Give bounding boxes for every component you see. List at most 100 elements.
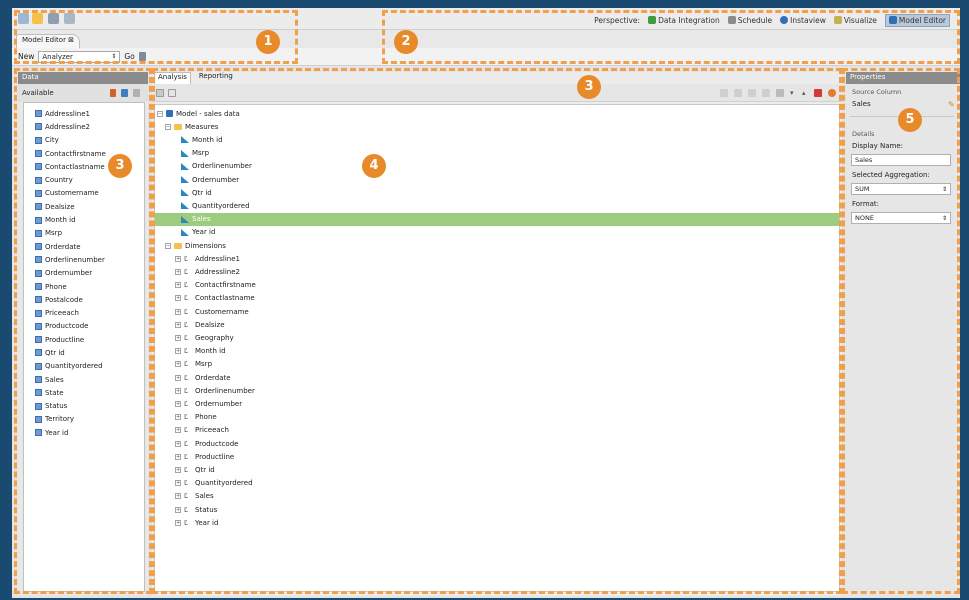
expand-toggle-icon[interactable]: +: [175, 361, 181, 368]
perspective-model-editor[interactable]: Model Editor: [884, 13, 950, 27]
list-item[interactable]: Month id: [28, 213, 144, 226]
tab-analysis[interactable]: Analysis: [154, 72, 191, 84]
move-down-icon[interactable]: ▾: [790, 89, 798, 97]
tree-dimension[interactable]: + Ľ Addressline1: [155, 252, 839, 265]
list-item[interactable]: Sales: [28, 373, 144, 386]
go-button[interactable]: Go: [124, 52, 134, 61]
tree-dimension[interactable]: + Ľ Productline: [155, 450, 839, 463]
expand-toggle-icon[interactable]: +: [175, 282, 181, 289]
expand-toggle-icon[interactable]: +: [175, 308, 181, 315]
tree-measure[interactable]: Ordernumber: [155, 173, 839, 186]
go-icon[interactable]: [138, 52, 146, 61]
tree-measure[interactable]: Month id: [155, 133, 839, 146]
perspective-data-integration[interactable]: Data Integration: [648, 16, 720, 25]
new-type-select[interactable]: Analyzer ⇕: [38, 50, 121, 63]
tree-dimension[interactable]: + Ľ Qtr id: [155, 463, 839, 476]
list-item[interactable]: Msrp: [28, 227, 144, 240]
clear-icon[interactable]: [828, 89, 836, 97]
tree-dimension[interactable]: + Ľ Ordernumber: [155, 397, 839, 410]
expand-toggle-icon[interactable]: +: [175, 440, 181, 447]
expand-toggle-icon[interactable]: +: [175, 414, 181, 421]
list-item[interactable]: Orderdate: [28, 240, 144, 253]
list-item[interactable]: Year id: [28, 426, 144, 439]
tab-model-editor[interactable]: Model Editor ⊠: [16, 34, 81, 48]
open-icon[interactable]: [32, 13, 43, 24]
perspective-visualize[interactable]: Visualize: [833, 16, 877, 25]
aggregation-select[interactable]: SUM ⇕: [851, 183, 951, 195]
tree-dimension[interactable]: + Ľ Year id: [155, 516, 839, 529]
tree-dimension[interactable]: + Ľ Priceeach: [155, 424, 839, 437]
tree-dimension[interactable]: + Ľ Phone: [155, 411, 839, 424]
expand-toggle-icon[interactable]: +: [175, 321, 181, 328]
expand-toggle-icon[interactable]: +: [175, 400, 181, 407]
expand-toggle-icon[interactable]: +: [175, 466, 181, 473]
tree-root[interactable]: − Model - sales data: [155, 107, 839, 120]
perspective-instaview[interactable]: Instaview: [780, 16, 826, 25]
tree-dimension[interactable]: + Ľ Contactlastname: [155, 292, 839, 305]
edit-pencil-icon[interactable]: ✎: [948, 100, 955, 109]
list-item[interactable]: Ordernumber: [28, 267, 144, 280]
expand-toggle-icon[interactable]: +: [175, 387, 181, 394]
delete-icon[interactable]: [133, 89, 140, 97]
tree-dimension[interactable]: + Ľ Geography: [155, 331, 839, 344]
tree-dimension[interactable]: + Ľ Productcode: [155, 437, 839, 450]
list-item[interactable]: Priceeach: [28, 306, 144, 319]
expand-all-icon[interactable]: [156, 89, 164, 97]
format-select[interactable]: NONE ⇕: [851, 212, 951, 224]
tree-dimension[interactable]: + Ľ Sales: [155, 490, 839, 503]
add-level-icon[interactable]: [762, 89, 770, 97]
expand-toggle-icon[interactable]: +: [175, 506, 181, 513]
list-item[interactable]: Productline: [28, 333, 144, 346]
expand-toggle-icon[interactable]: +: [175, 427, 181, 434]
expand-toggle-icon[interactable]: +: [175, 493, 181, 500]
expand-toggle-icon[interactable]: +: [175, 453, 181, 460]
tree-measure[interactable]: Year id: [155, 226, 839, 239]
list-item[interactable]: Phone: [28, 280, 144, 293]
expand-toggle-icon[interactable]: +: [175, 374, 181, 381]
expand-toggle-icon[interactable]: +: [175, 255, 181, 262]
tree-dimension[interactable]: + Ľ Quantityordered: [155, 477, 839, 490]
tree-measure[interactable]: Qtr id: [155, 186, 839, 199]
tree-dimension[interactable]: + Ľ Contactfirstname: [155, 279, 839, 292]
tree-measure[interactable]: Quantityordered: [155, 199, 839, 212]
expand-toggle-icon[interactable]: +: [175, 295, 181, 302]
tab-reporting[interactable]: Reporting: [199, 72, 233, 84]
tree-dimension[interactable]: + Ľ Month id: [155, 345, 839, 358]
tree-folder-measures[interactable]: − Measures: [155, 120, 839, 133]
add-icon[interactable]: [110, 89, 116, 97]
save-as-icon[interactable]: [64, 13, 75, 24]
list-item[interactable]: Dealsize: [28, 200, 144, 213]
expand-toggle-icon[interactable]: +: [175, 268, 181, 275]
list-item[interactable]: City: [28, 134, 144, 147]
add-dimension-icon[interactable]: [734, 89, 742, 97]
add-measure-icon[interactable]: [720, 89, 728, 97]
collapse-all-icon[interactable]: [168, 89, 176, 97]
list-item[interactable]: Quantityordered: [28, 360, 144, 373]
save-icon[interactable]: [48, 13, 59, 24]
tree-folder-dimensions[interactable]: − Dimensions: [155, 239, 839, 252]
tree-dimension[interactable]: + Ľ Addressline2: [155, 265, 839, 278]
tree-dimension[interactable]: + Ľ Msrp: [155, 358, 839, 371]
edit-node-icon[interactable]: [776, 89, 784, 97]
new-icon[interactable]: [18, 13, 29, 24]
list-item[interactable]: Qtr id: [28, 346, 144, 359]
tree-measure[interactable]: Orderlinenumber: [155, 160, 839, 173]
list-item[interactable]: Postalcode: [28, 293, 144, 306]
tree-dimension[interactable]: + Ľ Dealsize: [155, 318, 839, 331]
tree-dimension[interactable]: + Ľ Orderlinenumber: [155, 384, 839, 397]
list-item[interactable]: Addressline2: [28, 120, 144, 133]
expand-toggle-icon[interactable]: +: [175, 334, 181, 341]
list-item[interactable]: Territory: [28, 413, 144, 426]
tree-dimension[interactable]: + Ľ Orderdate: [155, 371, 839, 384]
tree-dimension[interactable]: + Ľ Customername: [155, 305, 839, 318]
list-item[interactable]: State: [28, 386, 144, 399]
tree-measure[interactable]: Msrp: [155, 147, 839, 160]
list-item[interactable]: Customername: [28, 187, 144, 200]
expand-toggle-icon[interactable]: −: [157, 110, 163, 117]
remove-icon[interactable]: [814, 89, 822, 97]
tree-dimension[interactable]: + Ľ Status: [155, 503, 839, 516]
add-hierarchy-icon[interactable]: [748, 89, 756, 97]
expand-toggle-icon[interactable]: −: [165, 242, 171, 249]
display-name-field[interactable]: Sales: [851, 154, 951, 166]
list-item[interactable]: Productcode: [28, 320, 144, 333]
